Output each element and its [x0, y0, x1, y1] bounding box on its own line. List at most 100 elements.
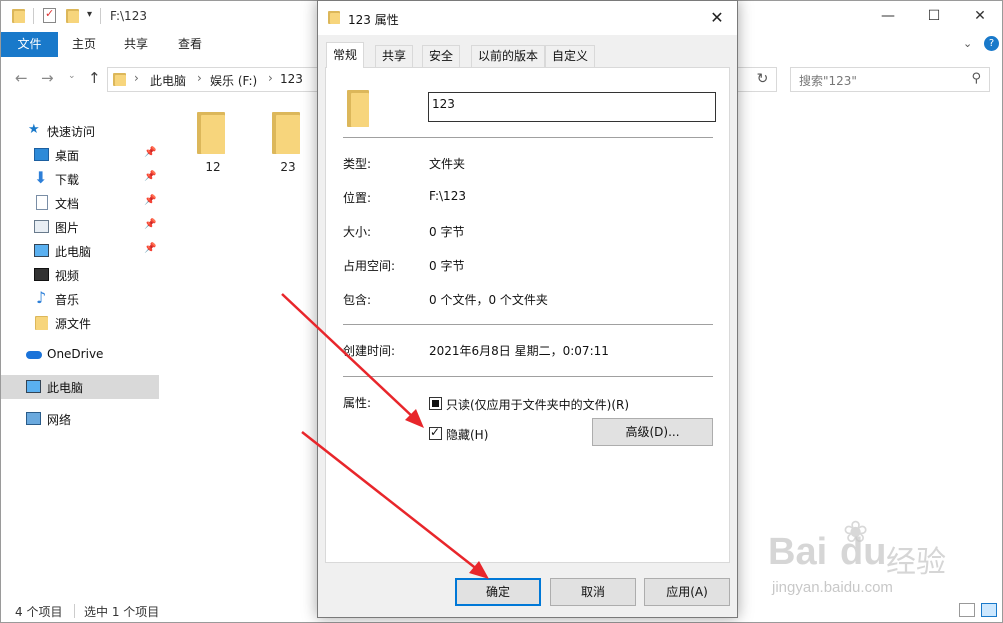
- location-value: F:\123: [429, 189, 466, 203]
- separator: [343, 376, 713, 377]
- document-icon: [36, 195, 48, 210]
- computer-icon: [26, 380, 41, 393]
- dialog-titlebar: 123 属性 ✕: [318, 1, 737, 35]
- created-value: 2021年6月8日 星期二，0:07:11: [429, 344, 609, 358]
- hidden-label: 隐藏(H): [446, 428, 489, 442]
- contains-label: 包含:: [343, 293, 372, 307]
- tab-customize[interactable]: 自定义: [545, 45, 596, 67]
- nav-documents[interactable]: 文档 📌: [1, 191, 159, 215]
- breadcrumb-folder[interactable]: 123: [280, 72, 303, 86]
- back-arrow-icon[interactable]: ←: [15, 69, 28, 87]
- item-count: 4 个项目: [15, 605, 63, 619]
- folder-icon: [197, 112, 225, 154]
- nav-label: 下载: [55, 173, 80, 187]
- nav-label: 源文件: [55, 317, 92, 331]
- tab-general[interactable]: 常规: [326, 42, 365, 68]
- pin-icon[interactable]: 📌: [144, 219, 156, 230]
- new-folder-icon[interactable]: [66, 9, 79, 23]
- selection-count: 选中 1 个项目: [84, 605, 160, 619]
- nav-label: 音乐: [55, 293, 80, 307]
- readonly-label: 只读(仅应用于文件夹中的文件)(R): [446, 398, 630, 412]
- nav-label: 文档: [55, 197, 80, 211]
- maximize-button[interactable]: ☐: [911, 1, 957, 32]
- type-label: 类型:: [343, 157, 372, 171]
- help-icon[interactable]: ?: [984, 36, 999, 51]
- folder-icon: [113, 73, 126, 86]
- folder-icon: [35, 316, 48, 330]
- refresh-button[interactable]: ↻: [749, 67, 777, 92]
- type-value: 文件夹: [429, 157, 466, 171]
- up-arrow-icon[interactable]: ↑: [88, 69, 101, 87]
- nav-network[interactable]: 网络: [1, 407, 159, 431]
- tab-view[interactable]: 查看: [178, 32, 202, 57]
- details-view-icon[interactable]: [959, 603, 975, 617]
- desktop-icon: [34, 148, 49, 161]
- pin-icon[interactable]: 📌: [144, 195, 156, 206]
- folder-item[interactable]: 23: [258, 112, 318, 178]
- folder-name-field[interactable]: 123: [428, 92, 716, 122]
- dialog-title: 123 属性: [348, 13, 399, 27]
- breadcrumb-drive[interactable]: 娱乐 (F:): [210, 72, 257, 89]
- nav-onedrive[interactable]: OneDrive: [1, 343, 159, 367]
- nav-desktop[interactable]: 桌面 📌: [1, 143, 159, 167]
- tab-share[interactable]: 共享: [124, 32, 148, 57]
- pin-icon[interactable]: 📌: [144, 147, 156, 158]
- tab-security[interactable]: 安全: [422, 45, 461, 67]
- close-button[interactable]: ✕: [957, 1, 1003, 32]
- nav-music[interactable]: ♪ 音乐: [1, 287, 159, 311]
- tab-home[interactable]: 主页: [72, 32, 96, 57]
- nav-label: 网络: [47, 413, 72, 427]
- breadcrumb-this-pc[interactable]: 此电脑: [150, 72, 186, 89]
- window-title: F:\123: [110, 9, 147, 23]
- nav-pictures[interactable]: 图片 📌: [1, 215, 159, 239]
- nav-this-pc-pinned[interactable]: 此电脑 📌: [1, 239, 159, 263]
- nav-downloads[interactable]: ⬇ 下载 📌: [1, 167, 159, 191]
- nav-this-pc[interactable]: 此电脑: [1, 375, 159, 399]
- tab-file[interactable]: 文件: [1, 32, 58, 57]
- forward-arrow-icon[interactable]: →: [41, 69, 54, 87]
- apply-button[interactable]: 应用(A): [644, 578, 730, 606]
- nav-label: 桌面: [55, 149, 80, 163]
- nav-source-files[interactable]: 源文件: [1, 311, 159, 335]
- size-value: 0 字节: [429, 225, 465, 239]
- ok-button[interactable]: 确定: [455, 578, 541, 606]
- video-icon: [34, 268, 49, 281]
- star-icon: ★: [28, 122, 40, 137]
- folder-icon: [272, 112, 300, 154]
- nav-label: OneDrive: [47, 347, 104, 361]
- folder-name: 23: [280, 160, 296, 174]
- created-label: 创建时间:: [343, 344, 396, 358]
- qat-dropdown-icon[interactable]: ▾: [87, 9, 92, 20]
- nav-videos[interactable]: 视频: [1, 263, 159, 287]
- properties-dialog: 123 属性 ✕ 常规 共享 安全 以前的版本 自定义 123 类型: 文件夹 …: [317, 0, 738, 618]
- navigation-pane: ★ 快速访问 桌面 📌 ⬇ 下载 📌 文档 📌 图片 📌 此电脑 📌 视频 ♪ …: [1, 111, 159, 591]
- large-icons-view-icon[interactable]: [981, 603, 997, 617]
- folder-item[interactable]: 12: [183, 112, 243, 178]
- pin-icon[interactable]: 📌: [144, 243, 156, 254]
- watermark-brand-cn: 经验: [886, 545, 946, 580]
- cancel-button[interactable]: 取消: [550, 578, 636, 606]
- search-input[interactable]: 搜索"123" ⚲: [790, 67, 990, 92]
- search-icon[interactable]: ⚲: [971, 71, 981, 86]
- recent-dropdown-icon[interactable]: ⌄: [68, 71, 76, 81]
- tab-sharing[interactable]: 共享: [375, 45, 414, 67]
- hidden-checkbox[interactable]: ✓: [429, 425, 442, 440]
- properties-icon[interactable]: ✓: [43, 7, 56, 23]
- nav-label: 此电脑: [47, 381, 84, 395]
- pin-icon[interactable]: 📌: [144, 171, 156, 182]
- computer-icon: [34, 244, 49, 257]
- general-panel: 123 类型: 文件夹 位置: F:\123 大小: 0 字节 占用空间: 0 …: [325, 67, 730, 563]
- contains-value: 0 个文件，0 个文件夹: [429, 293, 548, 307]
- nav-quick-access[interactable]: ★ 快速访问: [1, 119, 159, 143]
- readonly-checkbox[interactable]: [429, 397, 442, 410]
- folder-name: 12: [205, 160, 221, 174]
- location-label: 位置:: [343, 191, 372, 205]
- ribbon-expand-icon[interactable]: ⌄: [963, 37, 972, 50]
- download-icon: ⬇: [34, 168, 48, 187]
- advanced-button[interactable]: 高级(D)...: [592, 418, 713, 446]
- minimize-button[interactable]: —: [865, 1, 911, 32]
- tab-previous-versions[interactable]: 以前的版本: [471, 45, 546, 67]
- nav-label: 图片: [55, 221, 80, 235]
- dialog-close-button[interactable]: ✕: [697, 1, 737, 35]
- nav-label: 快速访问: [47, 125, 96, 139]
